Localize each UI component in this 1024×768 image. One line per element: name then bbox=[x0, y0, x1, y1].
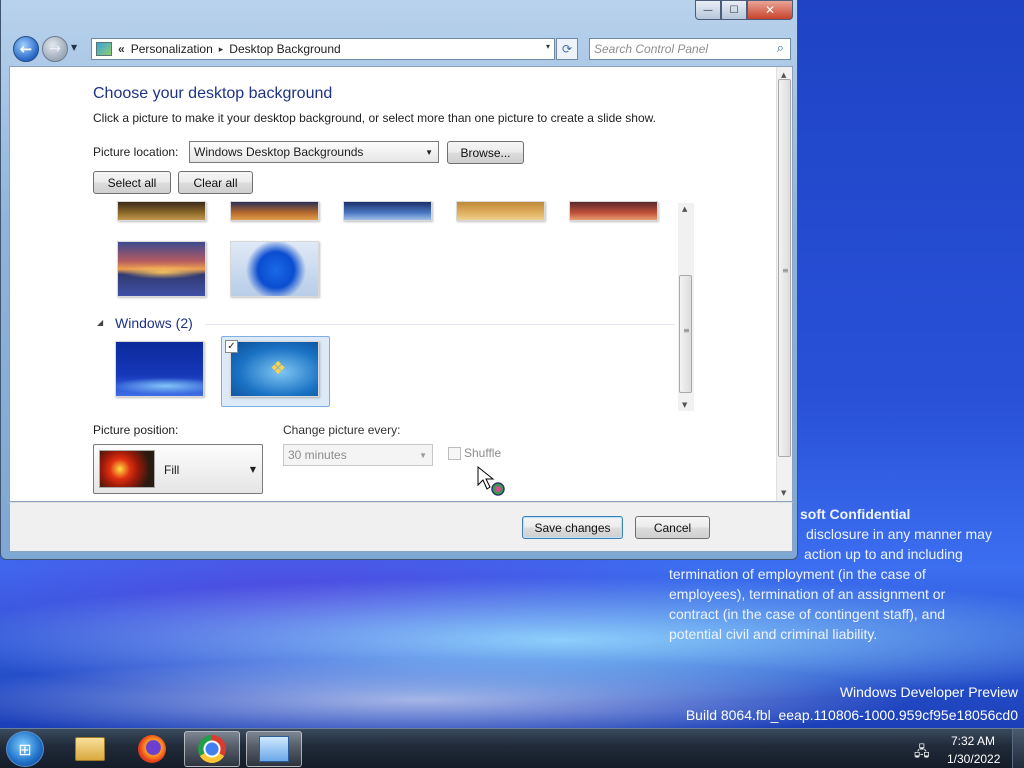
browse-button[interactable]: Browse... bbox=[447, 141, 524, 164]
confidential-line: employees), termination of an assignment… bbox=[669, 586, 946, 602]
scroll-thumb[interactable]: ≡ bbox=[778, 79, 791, 457]
confidential-line: disclosure in any manner may bbox=[806, 526, 992, 542]
scroll-down-icon[interactable]: ▼ bbox=[781, 489, 786, 497]
refresh-button[interactable]: ⟳ bbox=[556, 38, 578, 60]
back-button[interactable]: ← bbox=[13, 36, 39, 62]
close-button[interactable]: ✕ bbox=[747, 0, 793, 20]
grip-icon: ≡ bbox=[782, 266, 789, 275]
search-box[interactable]: ⌕ bbox=[589, 38, 791, 60]
position-preview-image bbox=[99, 450, 155, 488]
recent-pages-dropdown-icon[interactable]: ▼ bbox=[71, 43, 77, 52]
confidential-line: termination of employment (in the case o… bbox=[669, 566, 926, 582]
picture-gallery: ◢ Windows (2) ❖ ✓ bbox=[93, 201, 693, 411]
clear-all-button[interactable]: Clear all bbox=[178, 171, 253, 194]
chrome-icon bbox=[198, 735, 226, 763]
change-picture-label: Change picture every: bbox=[283, 423, 401, 437]
wallpaper-thumbnail[interactable] bbox=[115, 341, 204, 397]
gallery-scrollbar[interactable]: ▲ ≡ ▼ bbox=[678, 203, 694, 411]
address-chevron-icon[interactable]: « bbox=[118, 42, 125, 56]
shuffle-checkbox[interactable] bbox=[448, 447, 461, 460]
group-divider bbox=[205, 324, 675, 325]
caption-buttons: — ☐ ✕ bbox=[695, 0, 793, 20]
change-picture-select[interactable]: 30 minutes ▼ bbox=[283, 444, 433, 466]
taskbar-chrome[interactable] bbox=[184, 731, 240, 767]
picture-position-select[interactable]: Fill ▼ bbox=[93, 444, 263, 494]
picture-location-label: Picture location: bbox=[93, 145, 179, 159]
scroll-up-icon[interactable]: ▲ bbox=[682, 205, 687, 213]
confidential-line: potential civil and criminal liability. bbox=[669, 626, 878, 642]
wallpaper-thumbnail[interactable] bbox=[230, 241, 319, 297]
address-dropdown-icon[interactable]: ▾ bbox=[546, 42, 550, 51]
thumbnail-checkbox[interactable]: ✓ bbox=[225, 340, 238, 353]
picture-location-select[interactable]: Windows Desktop Backgrounds ▼ bbox=[189, 141, 439, 163]
collapse-arrow-icon[interactable]: ◢ bbox=[97, 318, 103, 327]
dialog-footer: Save changes Cancel bbox=[9, 502, 793, 552]
breadcrumb-desktop-background[interactable]: Desktop Background bbox=[229, 42, 340, 56]
taskbar: ⊞ 🖧 7:32 AM 1/30/2022 bbox=[0, 728, 1024, 768]
firefox-icon bbox=[138, 735, 166, 763]
scroll-thumb[interactable]: ≡ bbox=[679, 275, 692, 393]
maximize-button[interactable]: ☐ bbox=[721, 0, 747, 20]
chevron-down-icon: ▼ bbox=[419, 451, 427, 460]
search-input[interactable] bbox=[594, 39, 770, 59]
change-picture-value: 30 minutes bbox=[288, 448, 347, 462]
picture-location-value: Windows Desktop Backgrounds bbox=[194, 145, 364, 159]
chevron-down-icon: ▼ bbox=[249, 465, 256, 474]
show-desktop-button[interactable] bbox=[1012, 729, 1024, 768]
chevron-down-icon: ▼ bbox=[425, 148, 433, 157]
wallpaper-thumbnail[interactable] bbox=[117, 241, 206, 297]
network-icon[interactable]: 🖧 bbox=[914, 741, 930, 765]
page-subtitle: Click a picture to make it your desktop … bbox=[93, 111, 656, 125]
taskbar-control-panel[interactable] bbox=[246, 731, 302, 767]
group-label[interactable]: Windows (2) bbox=[115, 315, 193, 331]
shuffle-label: Shuffle bbox=[464, 446, 502, 460]
minimize-button[interactable]: — bbox=[695, 0, 721, 20]
wallpaper-thumbnail-selected[interactable]: ❖ bbox=[230, 341, 319, 397]
wallpaper-thumbnail[interactable] bbox=[117, 201, 206, 221]
wallpaper-thumbnail[interactable] bbox=[569, 201, 658, 221]
control-panel-icon bbox=[96, 42, 112, 56]
scroll-up-icon[interactable]: ▲ bbox=[781, 71, 786, 79]
control-panel-icon bbox=[259, 736, 289, 762]
scroll-down-icon[interactable]: ▼ bbox=[682, 401, 687, 409]
confidential-line: action up to and including bbox=[804, 546, 963, 562]
picture-position-label: Picture position: bbox=[93, 423, 179, 437]
content-pane: Choose your desktop background Click a p… bbox=[9, 66, 793, 502]
group-header-windows[interactable]: ◢ Windows (2) bbox=[93, 315, 683, 333]
watermark-preview: Windows Developer Preview bbox=[839, 684, 1018, 700]
save-changes-button[interactable]: Save changes bbox=[522, 516, 623, 539]
search-icon[interactable]: ⌕ bbox=[777, 41, 784, 56]
grip-icon: ≡ bbox=[683, 326, 690, 335]
select-all-button[interactable]: Select all bbox=[93, 171, 171, 194]
clock-date[interactable]: 1/30/2022 bbox=[947, 752, 1000, 766]
clock-time[interactable]: 7:32 AM bbox=[951, 734, 995, 748]
confidential-line: contract (in the case of contingent staf… bbox=[669, 606, 946, 622]
address-bar[interactable]: « Personalization ▸ Desktop Background ▾ bbox=[91, 38, 555, 60]
desktop-background-window: — ☐ ✕ ← → ▼ « Personalization ▸ Desktop … bbox=[0, 0, 798, 560]
busy-cursor-icon bbox=[477, 465, 505, 496]
picture-position-value: Fill bbox=[164, 463, 180, 477]
windows-logo-icon: ❖ bbox=[270, 358, 287, 379]
watermark-build: Build 8064.fbl_eeap.110806-1000.959cf95e… bbox=[685, 707, 1018, 723]
confidential-title: soft Confidential bbox=[800, 506, 911, 522]
taskbar-firefox[interactable] bbox=[124, 731, 180, 767]
start-button[interactable]: ⊞ bbox=[6, 731, 44, 767]
wallpaper-thumbnail[interactable] bbox=[230, 201, 319, 221]
folder-icon bbox=[75, 737, 105, 761]
page-title: Choose your desktop background bbox=[93, 85, 333, 102]
forward-button[interactable]: → bbox=[42, 36, 68, 62]
wallpaper-thumbnail[interactable] bbox=[456, 201, 545, 221]
breadcrumb-separator-icon[interactable]: ▸ bbox=[219, 44, 224, 55]
cancel-button[interactable]: Cancel bbox=[635, 516, 710, 539]
wallpaper-thumbnail[interactable] bbox=[343, 201, 432, 221]
content-scrollbar[interactable]: ▲ ≡ ▼ bbox=[776, 67, 792, 501]
breadcrumb-personalization[interactable]: Personalization bbox=[131, 42, 213, 56]
taskbar-explorer[interactable] bbox=[62, 731, 118, 767]
